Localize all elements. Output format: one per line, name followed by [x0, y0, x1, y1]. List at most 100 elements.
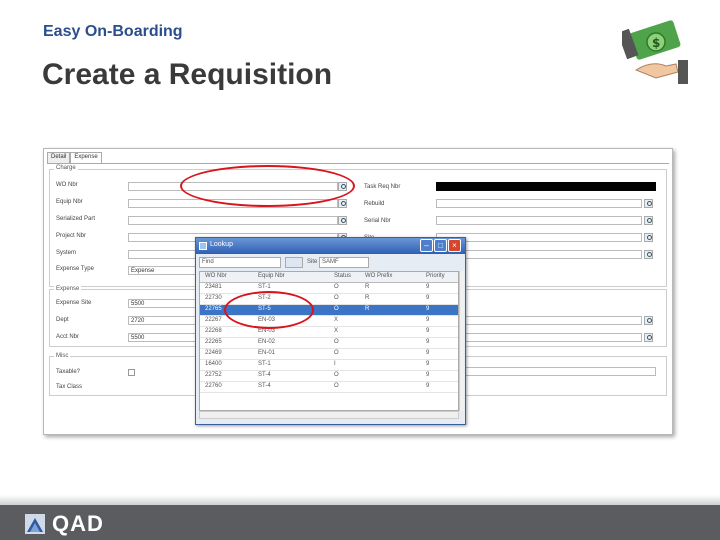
lookup-cell-priority: 9 — [426, 295, 430, 301]
dept-desc-field[interactable] — [436, 316, 642, 325]
qad-logo-icon — [25, 514, 45, 534]
col-wo-nbr[interactable]: WO Nbr — [205, 273, 227, 279]
expense-type-label: Expense Type — [56, 266, 94, 272]
lookup-cell-equip: ST-1 — [258, 284, 271, 290]
highlight-oval-selected-row — [224, 291, 314, 329]
task-req-nbr-label: Task Req Nbr — [364, 184, 401, 190]
expense-site-field[interactable]: 5500 — [128, 299, 198, 308]
taxable-checkbox[interactable] — [128, 369, 135, 376]
system-label: System — [56, 250, 77, 256]
lookup-cell-wo: 22469 — [205, 350, 222, 356]
close-icon[interactable]: × — [448, 239, 461, 252]
tab-expense[interactable]: Expense — [70, 152, 102, 163]
binoculars-icon[interactable] — [285, 257, 303, 268]
acct-nbr-label: Acct Nbr — [56, 334, 80, 340]
lookup-row[interactable]: 22265 EN-02 O 9 — [200, 338, 458, 349]
lookup-row[interactable]: 22469 EN-01 O 9 — [200, 349, 458, 360]
lookup-cell-wo: 22752 — [205, 372, 222, 378]
lookup-cell-wo: 22760 — [205, 383, 222, 389]
slide: Easy On-Boarding Create a Requisition $ … — [0, 0, 720, 540]
lookup-cell-wo: 22765 — [205, 306, 222, 312]
lookup-cell-equip: ST-4 — [258, 372, 271, 378]
dept-field[interactable]: 2720 — [128, 316, 198, 325]
lookup-cell-wo: 22267 — [205, 317, 222, 323]
task-req-nbr-field[interactable] — [436, 182, 656, 191]
lookup-table: WO Nbr Equip Nbr Status WO Prefix Priori… — [199, 271, 459, 411]
tax-class-label: Tax Class — [56, 384, 83, 390]
lookup-toolbar: Find Site SAMF — [199, 257, 463, 269]
taxable-label: Taxable? — [56, 369, 81, 375]
lookup-cell-wo: 23481 — [205, 284, 222, 290]
lookup-row[interactable]: 22268 EN-03 X 9 — [200, 327, 458, 338]
lookup-cell-prefix: R — [365, 295, 370, 301]
lookup-cell-status: O — [334, 372, 339, 378]
slide-title: Create a Requisition — [42, 58, 333, 91]
maximize-icon[interactable]: □ — [434, 239, 447, 252]
extra-charge-lookup-icon[interactable] — [644, 250, 653, 259]
dept-lookup-icon[interactable] — [644, 316, 653, 325]
lookup-titlebar[interactable]: Lookup – □ × — [196, 238, 465, 254]
lookup-cell-wo: 22265 — [205, 339, 222, 345]
col-status[interactable]: Status — [334, 273, 351, 279]
extra-charge-field[interactable] — [436, 250, 642, 259]
site-lookup-icon[interactable] — [644, 233, 653, 242]
lookup-cell-status: O — [334, 383, 339, 389]
lookup-app-icon — [199, 242, 207, 250]
serial-nbr-field[interactable] — [436, 216, 642, 225]
serial-nbr-lookup-icon[interactable] — [644, 216, 653, 225]
misc-field[interactable] — [436, 367, 656, 376]
expense-site-label: Expense Site — [56, 300, 92, 306]
lookup-cell-status: X — [334, 328, 339, 334]
rebuild-field[interactable] — [436, 199, 642, 208]
lookup-cell-equip: EN-02 — [258, 339, 276, 345]
lookup-find-input[interactable]: Find — [199, 257, 281, 268]
acct-nbr-field[interactable]: 5500 — [128, 333, 198, 342]
lookup-table-header: WO Nbr Equip Nbr Status WO Prefix Priori… — [200, 272, 458, 283]
equip-nbr-lookup-icon[interactable] — [338, 199, 347, 208]
col-equip-nbr[interactable]: Equip Nbr — [258, 273, 285, 279]
lookup-row[interactable]: 23481 ST-1 O R 9 — [200, 283, 458, 294]
lookup-row[interactable]: 22760 ST-4 O 9 — [200, 382, 458, 393]
serial-nbr-label: Serial Nbr — [364, 218, 391, 224]
acct-desc-field[interactable] — [436, 333, 642, 342]
lookup-cell-wo: 22268 — [205, 328, 222, 334]
col-wo-prefix[interactable]: WO Prefix — [365, 273, 392, 279]
serialized-part-field[interactable] — [128, 216, 338, 225]
minimize-icon[interactable]: – — [420, 239, 433, 252]
lookup-cell-status: O — [334, 306, 339, 312]
footer-bar — [0, 505, 720, 540]
rebuild-lookup-icon[interactable] — [644, 199, 653, 208]
rebuild-label: Rebuild — [364, 201, 385, 207]
lookup-horizontal-scrollbar[interactable] — [199, 411, 459, 419]
charge-group-label: Charge — [54, 165, 78, 171]
lookup-site-input[interactable]: SAMF — [319, 257, 369, 268]
lookup-cell-priority: 9 — [426, 328, 430, 334]
lookup-vertical-scrollbar[interactable] — [459, 271, 464, 411]
lookup-cell-wo: 16400 — [205, 361, 222, 367]
serialized-part-lookup-icon[interactable] — [338, 216, 347, 225]
lookup-cell-priority: 9 — [426, 306, 430, 312]
expense-type-field[interactable]: Expense — [128, 266, 198, 275]
money-hand-icon: $ — [622, 20, 688, 84]
lookup-cell-wo: 22730 — [205, 295, 222, 301]
tab-detail[interactable]: Detail — [47, 152, 71, 163]
lookup-cell-status: O — [334, 339, 339, 345]
lookup-cell-priority: 9 — [426, 361, 430, 367]
lookup-cell-equip: ST-4 — [258, 383, 271, 389]
lookup-row[interactable]: 22752 ST-4 O 9 — [200, 371, 458, 382]
lookup-cell-status: O — [334, 284, 339, 290]
lookup-cell-equip: EN-01 — [258, 350, 276, 356]
lookup-row[interactable]: 16400 ST-1 I 9 — [200, 360, 458, 371]
col-priority[interactable]: Priority — [426, 273, 445, 279]
lookup-cell-prefix: R — [365, 306, 370, 312]
lookup-cell-priority: 9 — [426, 284, 430, 290]
tab-strip: Detail Expense — [47, 152, 102, 163]
lookup-cell-priority: 9 — [426, 383, 430, 389]
qad-logo-text: QAD — [52, 511, 104, 536]
site-field[interactable] — [436, 233, 642, 242]
acct-lookup-icon[interactable] — [644, 333, 653, 342]
lookup-cell-status: O — [334, 350, 339, 356]
serialized-part-label: Serialized Part — [56, 216, 96, 222]
lookup-site-label: Site — [307, 259, 318, 265]
lookup-cell-status: X — [334, 317, 339, 323]
